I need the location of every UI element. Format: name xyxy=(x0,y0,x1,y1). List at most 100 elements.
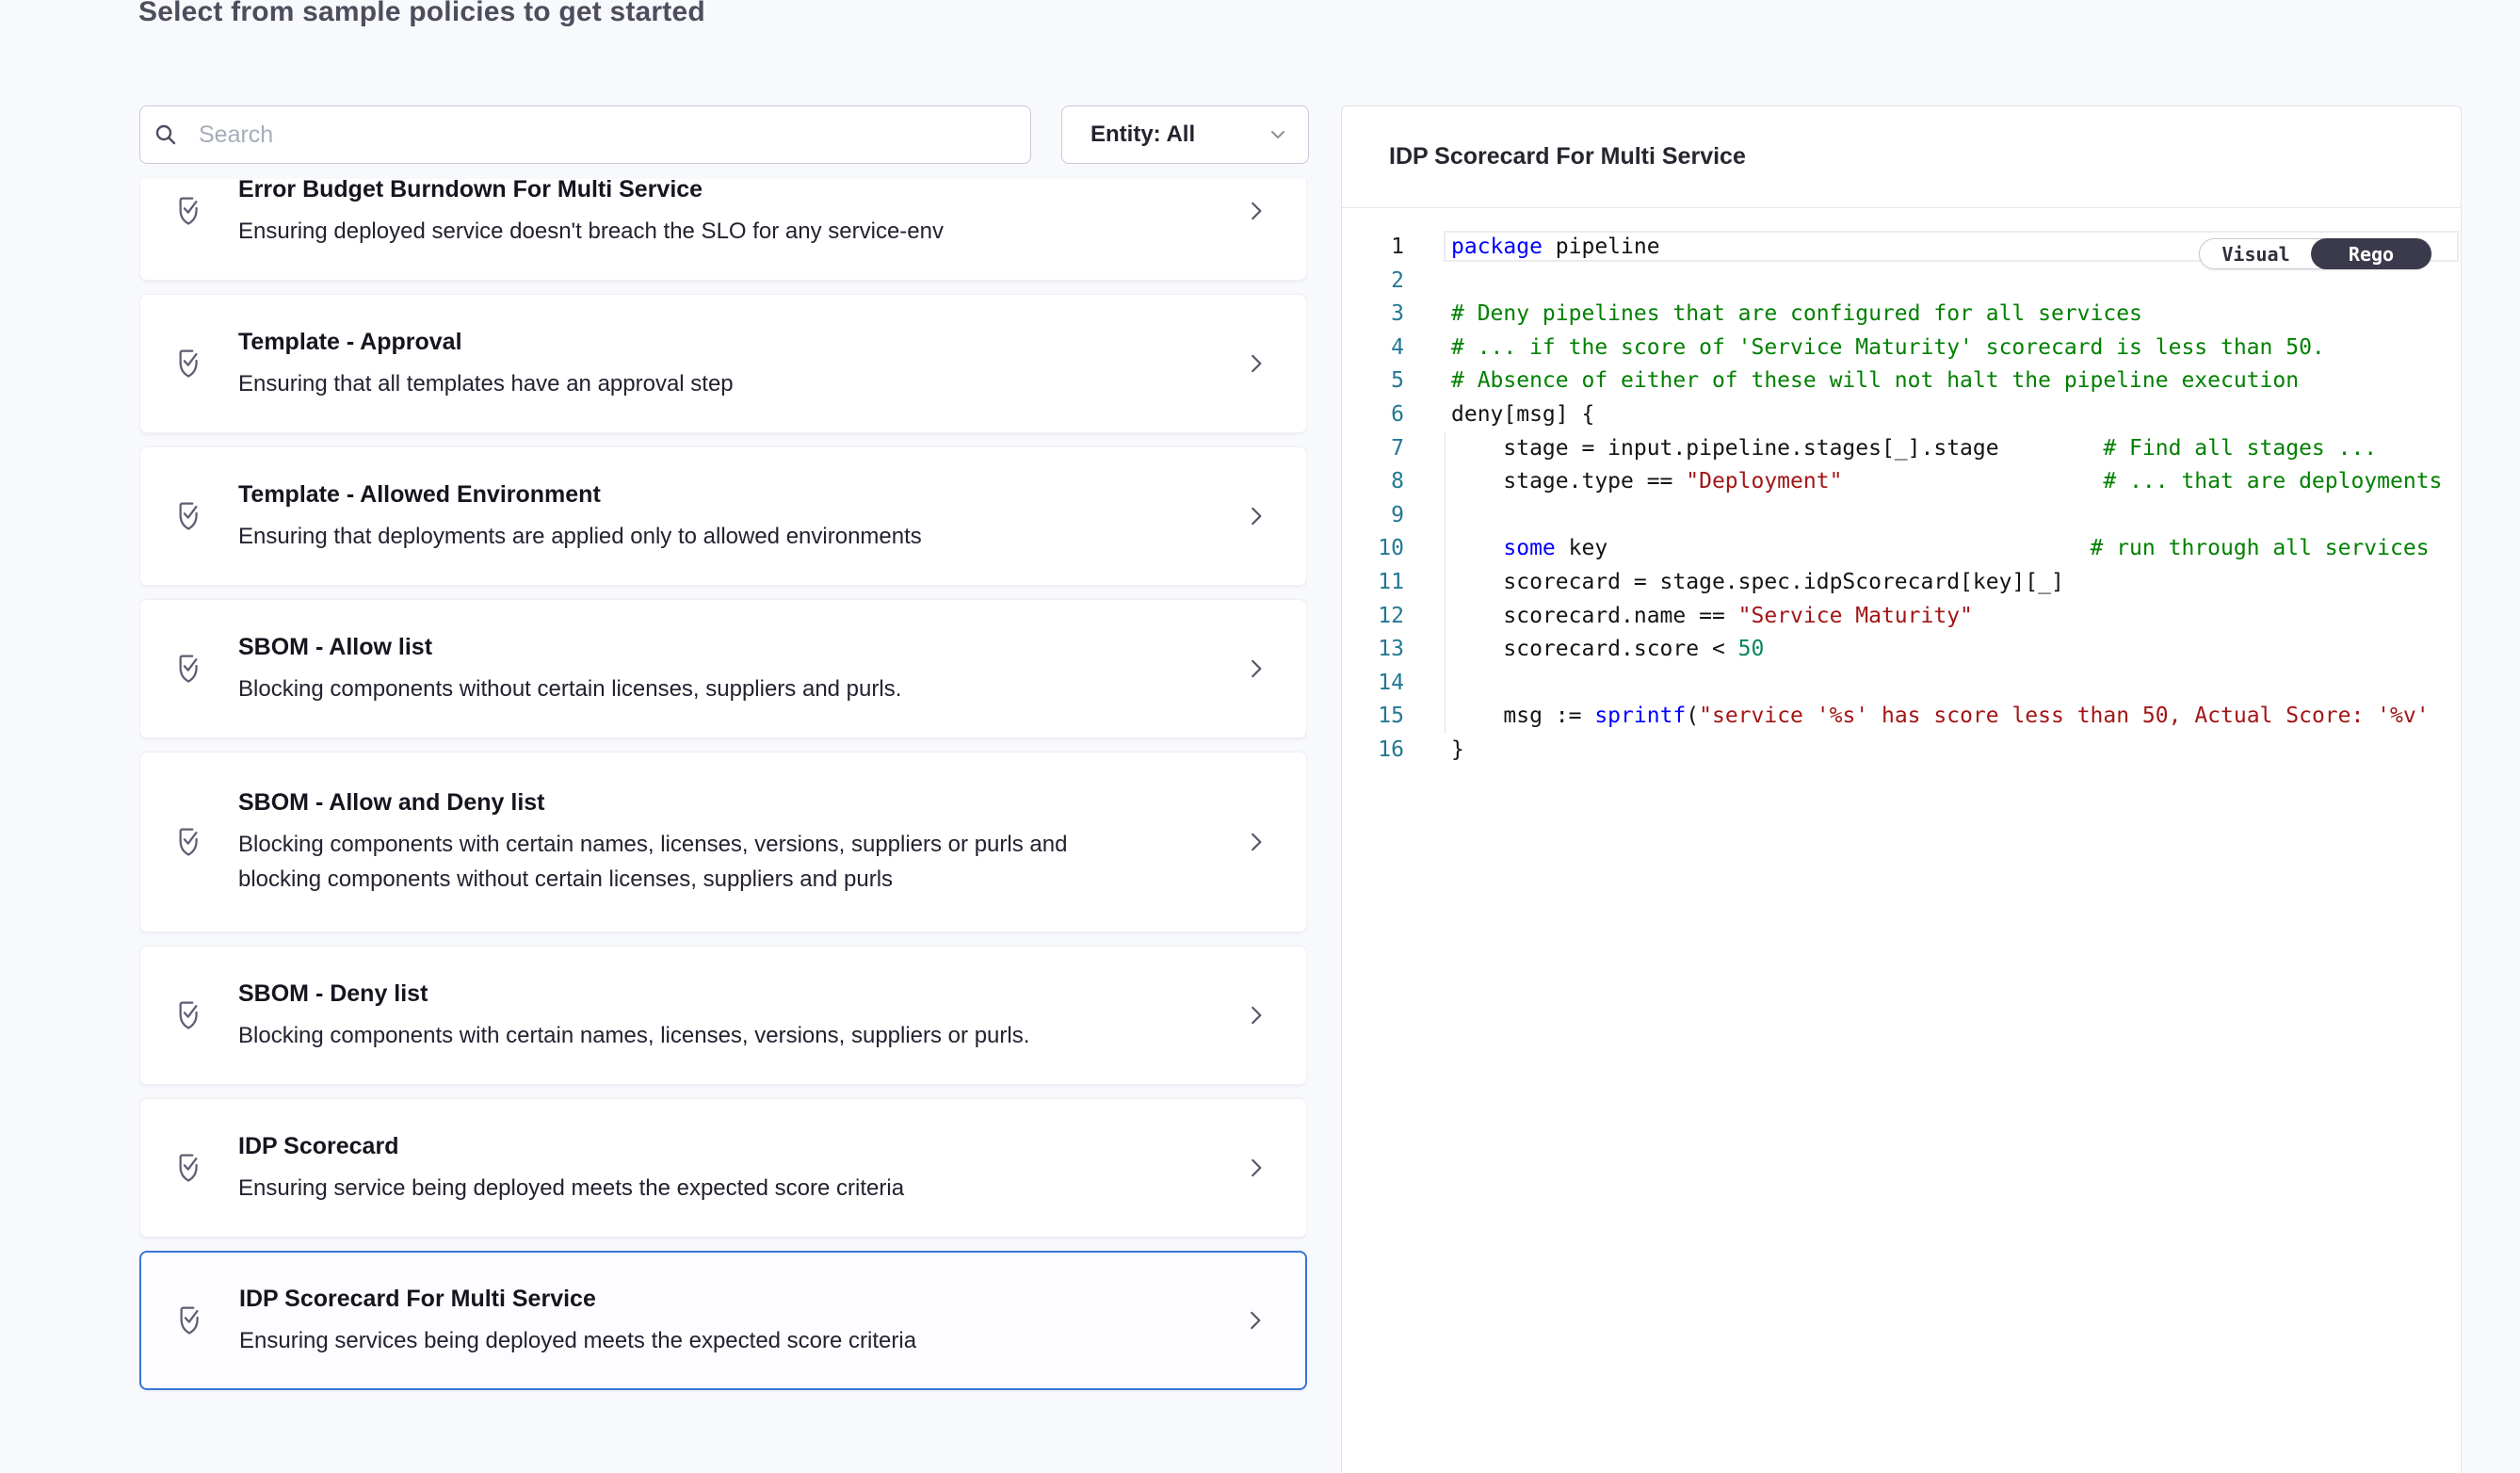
policy-card-text: IDP Scorecard For Multi Service Ensuring… xyxy=(239,1284,1243,1358)
code-line: 3# Deny pipelines that are configured fo… xyxy=(1342,298,2461,332)
code-text: package pipeline xyxy=(1404,231,1660,265)
code-text: stage = input.pipeline.stages[_].stage #… xyxy=(1404,432,2377,466)
code-lines: 1package pipeline23# Deny pipelines that… xyxy=(1342,231,2461,768)
code-text: some key # run through all services xyxy=(1404,532,2430,566)
code-text: deny[msg] { xyxy=(1404,398,1594,432)
line-number: 8 xyxy=(1342,465,1404,499)
policy-card[interactable]: SBOM - Allow and Deny list Blocking comp… xyxy=(139,752,1307,932)
code-text: msg := sprintf("service '%s' has score l… xyxy=(1404,700,2430,734)
shield-check-icon xyxy=(174,1150,202,1186)
search-icon xyxy=(153,122,178,147)
code-text: # ... if the score of 'Service Maturity'… xyxy=(1404,332,2325,365)
policy-title: Error Budget Burndown For Multi Service xyxy=(238,179,1244,204)
line-number: 5 xyxy=(1342,364,1404,398)
chevron-right-icon xyxy=(1244,502,1268,530)
chevron-right-icon xyxy=(1244,1154,1268,1182)
code-text: scorecard.score < 50 xyxy=(1404,633,1764,667)
code-line: 9 xyxy=(1342,499,2461,533)
code-line: 4# ... if the score of 'Service Maturity… xyxy=(1342,332,2461,365)
policy-preview-panel: IDP Scorecard For Multi Service 1package… xyxy=(1341,105,2462,1473)
policy-description: Ensuring services being deployed meets t… xyxy=(239,1323,1096,1358)
code-text: } xyxy=(1404,734,1464,768)
code-line: 13 scorecard.score < 50 xyxy=(1342,633,2461,667)
policy-description: Blocking components without certain lice… xyxy=(238,672,1095,706)
view-mode-toggle[interactable]: Visual Rego xyxy=(2199,238,2431,269)
shield-check-icon xyxy=(174,193,202,229)
line-number: 1 xyxy=(1342,231,1404,265)
shield-check-icon xyxy=(174,824,202,860)
shield-check-icon xyxy=(174,498,202,534)
line-number: 12 xyxy=(1342,600,1404,634)
line-number: 14 xyxy=(1342,667,1404,701)
chevron-right-icon xyxy=(1244,1001,1268,1029)
entity-filter-dropdown[interactable]: Entity: All xyxy=(1061,105,1309,164)
chevron-right-icon xyxy=(1244,655,1268,683)
preview-title: IDP Scorecard For Multi Service xyxy=(1389,143,1746,170)
policy-list[interactable]: Error Budget Burndown For Multi Service … xyxy=(139,179,1307,1473)
policy-description: Blocking components with certain names, … xyxy=(238,1018,1095,1053)
code-line: 6deny[msg] { xyxy=(1342,398,2461,432)
line-number: 6 xyxy=(1342,398,1404,432)
policy-description: Ensuring deployed service doesn't breach… xyxy=(238,214,1095,249)
code-text: # Deny pipelines that are configured for… xyxy=(1404,298,2142,332)
policy-code-editor[interactable]: 1package pipeline23# Deny pipelines that… xyxy=(1342,208,2461,1473)
chevron-right-icon xyxy=(1243,1306,1268,1335)
code-line: 16} xyxy=(1342,734,2461,768)
policy-card[interactable]: Error Budget Burndown For Multi Service … xyxy=(139,179,1307,281)
code-line: 15 msg := sprintf("service '%s' has scor… xyxy=(1342,700,2461,734)
policy-card-text: Template - Approval Ensuring that all te… xyxy=(238,327,1244,401)
shield-check-icon xyxy=(174,651,202,687)
policy-title: SBOM - Deny list xyxy=(238,979,1244,1009)
toggle-visual-button[interactable]: Visual xyxy=(2200,239,2312,268)
policy-title: Template - Approval xyxy=(238,327,1244,357)
shield-check-icon xyxy=(175,1303,203,1338)
line-number: 2 xyxy=(1342,265,1404,299)
line-number: 3 xyxy=(1342,298,1404,332)
policy-card-text: SBOM - Allow and Deny list Blocking comp… xyxy=(238,787,1244,897)
policy-card-text: Error Budget Burndown For Multi Service … xyxy=(238,179,1244,249)
line-number: 13 xyxy=(1342,633,1404,667)
line-number: 4 xyxy=(1342,332,1404,365)
shield-check-icon xyxy=(174,997,202,1033)
policy-card[interactable]: IDP Scorecard For Multi Service Ensuring… xyxy=(139,1251,1307,1390)
search-input[interactable] xyxy=(199,121,1030,149)
code-text xyxy=(1404,499,1451,533)
policy-card[interactable]: Template - Allowed Environment Ensuring … xyxy=(139,446,1307,586)
entity-filter-label: Entity: All xyxy=(1090,121,1267,148)
chevron-down-icon xyxy=(1267,123,1289,146)
line-number: 16 xyxy=(1342,734,1404,768)
code-line: 12 scorecard.name == "Service Maturity" xyxy=(1342,600,2461,634)
policy-description: Ensuring service being deployed meets th… xyxy=(238,1171,1095,1206)
policy-title: Template - Allowed Environment xyxy=(238,479,1244,510)
policy-title: SBOM - Allow and Deny list xyxy=(238,787,1244,817)
line-number: 9 xyxy=(1342,499,1404,533)
chevron-right-icon xyxy=(1244,349,1268,378)
policy-card-text: SBOM - Deny list Blocking components wit… xyxy=(238,979,1244,1053)
policy-description: Ensuring that deployments are applied on… xyxy=(238,519,1095,554)
code-text: stage.type == "Deployment" # ... that ar… xyxy=(1404,465,2442,499)
chevron-right-icon xyxy=(1244,828,1268,856)
line-number: 10 xyxy=(1342,532,1404,566)
policy-card-text: IDP Scorecard Ensuring service being dep… xyxy=(238,1131,1244,1206)
policy-title: SBOM - Allow list xyxy=(238,632,1244,662)
policy-card[interactable]: SBOM - Allow list Blocking components wi… xyxy=(139,599,1307,738)
code-line: 7 stage = input.pipeline.stages[_].stage… xyxy=(1342,432,2461,466)
policy-description: Ensuring that all templates have an appr… xyxy=(238,366,1095,401)
chevron-right-icon xyxy=(1244,197,1268,225)
preview-header: IDP Scorecard For Multi Service xyxy=(1342,106,2461,208)
policy-card[interactable]: SBOM - Deny list Blocking components wit… xyxy=(139,946,1307,1085)
code-text xyxy=(1404,667,1451,701)
code-line: 8 stage.type == "Deployment" # ... that … xyxy=(1342,465,2461,499)
policy-card-text: SBOM - Allow list Blocking components wi… xyxy=(238,632,1244,706)
search-box[interactable] xyxy=(139,105,1031,164)
shield-check-icon xyxy=(174,346,202,381)
policy-card[interactable]: Template - Approval Ensuring that all te… xyxy=(139,294,1307,433)
toggle-rego-button[interactable]: Rego xyxy=(2311,238,2431,269)
policy-title: IDP Scorecard For Multi Service xyxy=(239,1284,1243,1314)
policy-description: Blocking components with certain names, … xyxy=(238,827,1095,897)
line-number: 7 xyxy=(1342,432,1404,466)
code-line: 5# Absence of either of these will not h… xyxy=(1342,364,2461,398)
line-number: 15 xyxy=(1342,700,1404,734)
policy-card[interactable]: IDP Scorecard Ensuring service being dep… xyxy=(139,1098,1307,1238)
code-line: 14 xyxy=(1342,667,2461,701)
